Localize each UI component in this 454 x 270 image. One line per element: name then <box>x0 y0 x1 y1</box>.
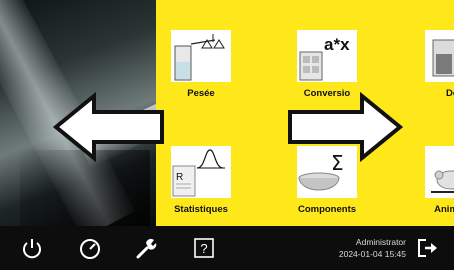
app-label: Statistiques <box>174 204 228 215</box>
scroll-right-arrow-icon[interactable] <box>286 92 404 162</box>
conversion-icon: a*x <box>297 30 357 82</box>
statistics-icon: R <box>171 146 231 198</box>
statistics-glyph: R <box>176 172 183 183</box>
density-icon <box>425 30 454 82</box>
app-density[interactable]: Den <box>400 0 454 110</box>
balance-icon <box>171 30 231 82</box>
app-label: Animal w <box>434 204 454 215</box>
taskbar: ? Administrator 2024-01-04 15:45 <box>0 226 454 270</box>
speedometer-icon[interactable] <box>78 236 102 260</box>
app-label: Components <box>297 204 357 215</box>
wrench-icon[interactable] <box>134 236 158 260</box>
datetime: 2024-01-04 15:45 <box>338 249 406 259</box>
scroll-left-arrow-icon[interactable] <box>52 92 166 162</box>
screen: Pesée a*x Conversio D R Statistiques Σ C… <box>0 0 454 270</box>
animal-weighing-icon <box>425 146 454 198</box>
help-icon[interactable]: ? <box>192 236 216 260</box>
app-animal-weighing[interactable]: Animal w <box>400 116 454 226</box>
logout-icon[interactable] <box>416 236 440 260</box>
user-name: Administrator <box>355 237 406 247</box>
app-pesee[interactable]: Pesée <box>156 0 256 110</box>
app-statistiques[interactable]: R Statistiques <box>156 116 256 226</box>
power-icon[interactable] <box>20 236 44 260</box>
conversion-glyph: a*x <box>324 35 350 54</box>
app-label: Pesée <box>187 88 215 99</box>
app-label: Den <box>446 88 454 99</box>
help-glyph: ? <box>200 241 207 256</box>
user-info: Administrator 2024-01-04 15:45 <box>339 236 406 260</box>
